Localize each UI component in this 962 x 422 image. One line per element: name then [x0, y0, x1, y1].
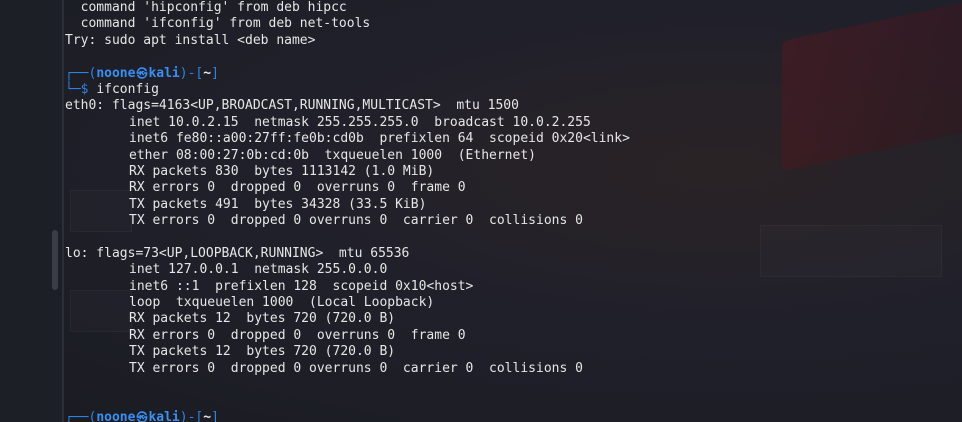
prompt-frame: )-[ — [179, 65, 204, 81]
prompt-frame: ] — [211, 65, 219, 81]
lo-line: TX packets 12 bytes 720 (720.0 B) — [129, 344, 396, 360]
terminal-output[interactable]: command 'hipconfig' from deb hipcc comma… — [64, 0, 962, 422]
scrollbar-thumb[interactable] — [52, 230, 58, 290]
prompt-host: kali — [148, 65, 180, 81]
lo-line: TX errors 0 dropped 0 overruns 0 carrier… — [129, 360, 583, 376]
eth0-line: TX packets 491 bytes 34328 (33.5 KiB) — [129, 196, 427, 212]
lo-header: lo: flags=73<UP,LOOPBACK,RUNNING> mtu 65… — [65, 245, 410, 261]
prompt-dir: ~ — [203, 409, 212, 422]
window-left-edge — [0, 0, 64, 422]
lo-line: inet 127.0.0.1 netmask 255.0.0.0 — [129, 262, 388, 278]
lo-line: RX packets 12 bytes 720 (720.0 B) — [129, 311, 396, 327]
eth0-line: inet6 fe80::a00:27ff:fe0b:cd0b prefixlen… — [129, 131, 630, 147]
output-line: command 'hipconfig' from deb hipcc — [65, 0, 347, 15]
prompt-line-bottom: └─$ ifconfig — [65, 82, 962, 98]
eth0-line: TX errors 0 dropped 0 overruns 0 carrier… — [129, 213, 583, 229]
command-text: ifconfig — [96, 81, 159, 97]
lo-line: RX errors 0 dropped 0 overruns 0 frame 0 — [129, 327, 466, 343]
eth0-line: inet 10.0.2.15 netmask 255.255.255.0 bro… — [129, 114, 591, 130]
prompt-frame: ┌──( — [65, 409, 97, 422]
prompt-frame: ] — [211, 409, 219, 422]
eth0-header: eth0: flags=4163<UP,BROADCAST,RUNNING,MU… — [65, 98, 519, 114]
prompt-host: kali — [148, 409, 180, 422]
eth0-line: ether 08:00:27:0b:cd:0b txqueuelen 1000 … — [129, 147, 536, 163]
prompt-dir: ~ — [203, 65, 212, 81]
output-line: command 'ifconfig' from deb net-tools — [65, 16, 371, 32]
prompt-user: noone — [96, 65, 136, 81]
prompt-frame: ┌──( — [65, 65, 97, 81]
prompt-line-top: ┌──(noone㉿kali)-[~] — [65, 66, 962, 82]
output-line: Try: sudo apt install <deb name> — [65, 32, 316, 48]
prompt-frame: └─ — [65, 81, 81, 97]
lo-line: inet6 ::1 prefixlen 128 scopeid 0x10<hos… — [129, 278, 474, 294]
desktop-background: command 'hipconfig' from deb hipcc comma… — [0, 0, 962, 422]
kali-at-icon: ㉿ — [136, 410, 148, 422]
lo-line: loop txqueuelen 1000 (Local Loopback) — [129, 295, 435, 311]
kali-at-icon: ㉿ — [136, 66, 148, 80]
prompt-line-top: ┌──(noone㉿kali)-[~] — [65, 410, 962, 422]
prompt-dollar: $ — [80, 81, 89, 97]
prompt-frame: )-[ — [179, 409, 204, 422]
prompt-user: noone — [96, 409, 136, 422]
eth0-line: RX errors 0 dropped 0 overruns 0 frame 0 — [129, 180, 466, 196]
eth0-line: RX packets 830 bytes 1113142 (1.0 MiB) — [129, 163, 435, 179]
